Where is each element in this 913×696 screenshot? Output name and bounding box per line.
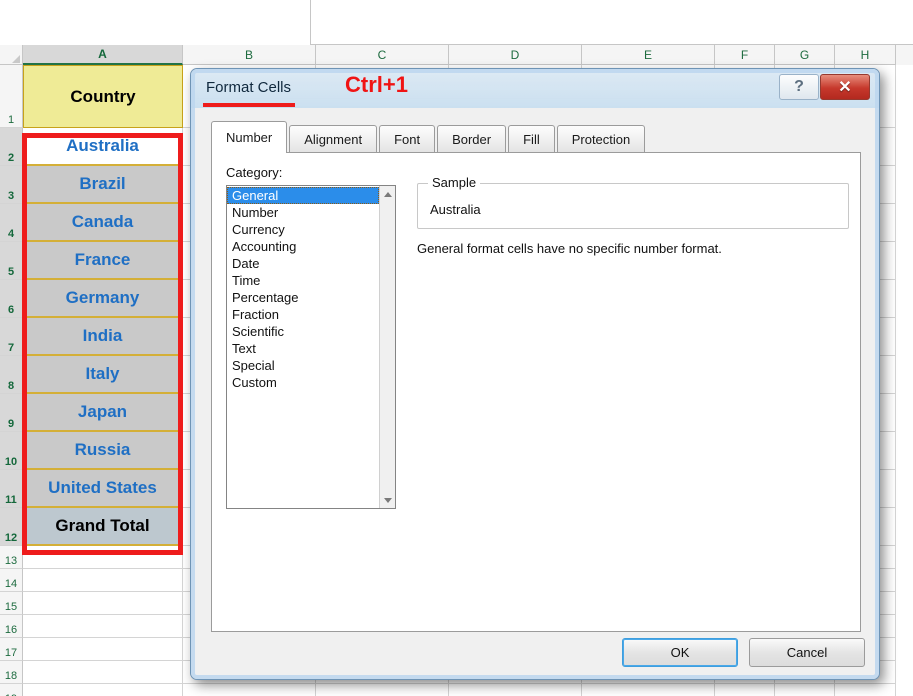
row-header-9[interactable]: 9 (0, 394, 23, 432)
row-header-8[interactable]: 8 (0, 356, 23, 394)
dialog-body: Number Alignment Font Border Fill Protection … (195, 108, 877, 677)
sample-value: Australia (430, 202, 481, 217)
row-header-10[interactable]: 10 (0, 432, 23, 470)
row-header-17[interactable]: 17 (0, 638, 23, 661)
column-header-d[interactable]: D (449, 45, 582, 65)
cell-A18[interactable] (23, 661, 183, 684)
top-white-panel (310, 0, 913, 45)
row-header-13[interactable]: 13 (0, 546, 23, 569)
table-row (23, 684, 913, 696)
row-header-15[interactable]: 15 (0, 592, 23, 615)
row-header-16[interactable]: 16 (0, 615, 23, 638)
cell-A8-value[interactable]: Italy (23, 356, 183, 394)
cell-A2-value[interactable]: Australia (23, 128, 183, 166)
column-header-f[interactable]: F (715, 45, 775, 65)
cell-D19[interactable] (449, 684, 582, 696)
close-icon[interactable]: ✕ (820, 74, 870, 100)
category-item-text[interactable]: Text (227, 340, 379, 357)
cell-A9-value[interactable]: Japan (23, 394, 183, 432)
cell-A14[interactable] (23, 569, 183, 592)
column-header-h[interactable]: H (835, 45, 896, 65)
row-header-14[interactable]: 14 (0, 569, 23, 592)
category-label: Category: (226, 165, 283, 180)
category-item-custom[interactable]: Custom (227, 374, 379, 391)
column-header-b[interactable]: B (183, 45, 316, 65)
screenshot-root: ABCDEFGH 1234567891011121314151617181920… (0, 0, 913, 696)
dialog-button-row: OK Cancel (195, 638, 877, 676)
format-description: General format cells have no specific nu… (417, 241, 722, 256)
select-all-corner[interactable] (0, 45, 23, 65)
shortcut-annotation: Ctrl+1 (345, 72, 408, 97)
format-cells-dialog: Format Cells ? ✕ Number Alignment Font Bord… (190, 68, 880, 680)
cell-C19[interactable] (316, 684, 449, 696)
row-header-4[interactable]: 4 (0, 204, 23, 242)
cell-A15[interactable] (23, 592, 183, 615)
column-header-a[interactable]: A (23, 45, 183, 65)
category-scrollbar[interactable] (379, 186, 395, 508)
row-header-3[interactable]: 3 (0, 166, 23, 204)
category-item-fraction[interactable]: Fraction (227, 306, 379, 323)
row-header-7[interactable]: 7 (0, 318, 23, 356)
row-header-1[interactable]: 1 (0, 65, 23, 128)
cell-F19[interactable] (715, 684, 775, 696)
category-item-special[interactable]: Special (227, 357, 379, 374)
cell-A12-value[interactable]: Grand Total (23, 508, 183, 546)
cell-A11-value[interactable]: United States (23, 470, 183, 508)
category-item-date[interactable]: Date (227, 255, 379, 272)
tab-protection[interactable]: Protection (556, 125, 646, 153)
row-header-5[interactable]: 5 (0, 242, 23, 280)
row-header-18[interactable]: 18 (0, 661, 23, 684)
sample-group-box: Sample Australia (417, 175, 849, 229)
category-item-accounting[interactable]: Accounting (227, 238, 379, 255)
cell-A4-value[interactable]: Canada (23, 204, 183, 242)
category-item-percentage[interactable]: Percentage (227, 289, 379, 306)
row-header-column: 1234567891011121314151617181920 (0, 65, 23, 696)
column-header-c[interactable]: C (316, 45, 449, 65)
cell-A6-value[interactable]: Germany (23, 280, 183, 318)
category-item-number[interactable]: Number (227, 204, 379, 221)
sample-legend: Sample (428, 175, 481, 190)
cell-A7-value[interactable]: India (23, 318, 183, 356)
tab-number[interactable]: Number (211, 121, 288, 153)
cell-A19[interactable] (23, 684, 183, 696)
row-header-11[interactable]: 11 (0, 470, 23, 508)
tab-fill[interactable]: Fill (508, 125, 555, 153)
row-header-12[interactable]: 12 (0, 508, 23, 546)
help-icon[interactable]: ? (779, 74, 819, 100)
category-item-scientific[interactable]: Scientific (227, 323, 379, 340)
category-item-currency[interactable]: Currency (227, 221, 379, 238)
scroll-down-icon[interactable] (380, 492, 395, 508)
column-header-row: ABCDEFGH (0, 45, 913, 65)
cell-A10-value[interactable]: Russia (23, 432, 183, 470)
tab-border[interactable]: Border (437, 125, 507, 153)
category-item-time[interactable]: Time (227, 272, 379, 289)
cell-A17[interactable] (23, 638, 183, 661)
category-listbox[interactable]: General Number Currency Accounting Date Time P… (226, 185, 396, 509)
ok-button[interactable]: OK (622, 638, 738, 667)
dialog-tab-strip: Number Alignment Font Border Fill Protection (211, 121, 647, 153)
row-header-6[interactable]: 6 (0, 280, 23, 318)
cell-A13[interactable] (23, 546, 183, 569)
cell-E19[interactable] (582, 684, 715, 696)
title-underline-annotation (203, 103, 295, 107)
dialog-title: Format Cells (206, 79, 292, 96)
cell-G19[interactable] (775, 684, 835, 696)
column-header-e[interactable]: E (582, 45, 715, 65)
category-item-general[interactable]: General (227, 187, 379, 204)
row-header-2[interactable]: 2 (0, 128, 23, 166)
column-header-g[interactable]: G (775, 45, 835, 65)
tab-alignment[interactable]: Alignment (289, 125, 378, 153)
cell-H19[interactable] (835, 684, 896, 696)
tab-font[interactable]: Font (379, 125, 436, 153)
cancel-button[interactable]: Cancel (749, 638, 865, 667)
number-tab-panel: Category: General Number Currency Accountin… (211, 152, 861, 632)
scroll-up-icon[interactable] (380, 186, 395, 202)
cell-A16[interactable] (23, 615, 183, 638)
row-header-19[interactable]: 19 (0, 684, 23, 696)
cell-B19[interactable] (183, 684, 316, 696)
cell-A3-value[interactable]: Brazil (23, 166, 183, 204)
cell-A1-value[interactable]: Country (23, 65, 183, 128)
cell-A5-value[interactable]: France (23, 242, 183, 280)
